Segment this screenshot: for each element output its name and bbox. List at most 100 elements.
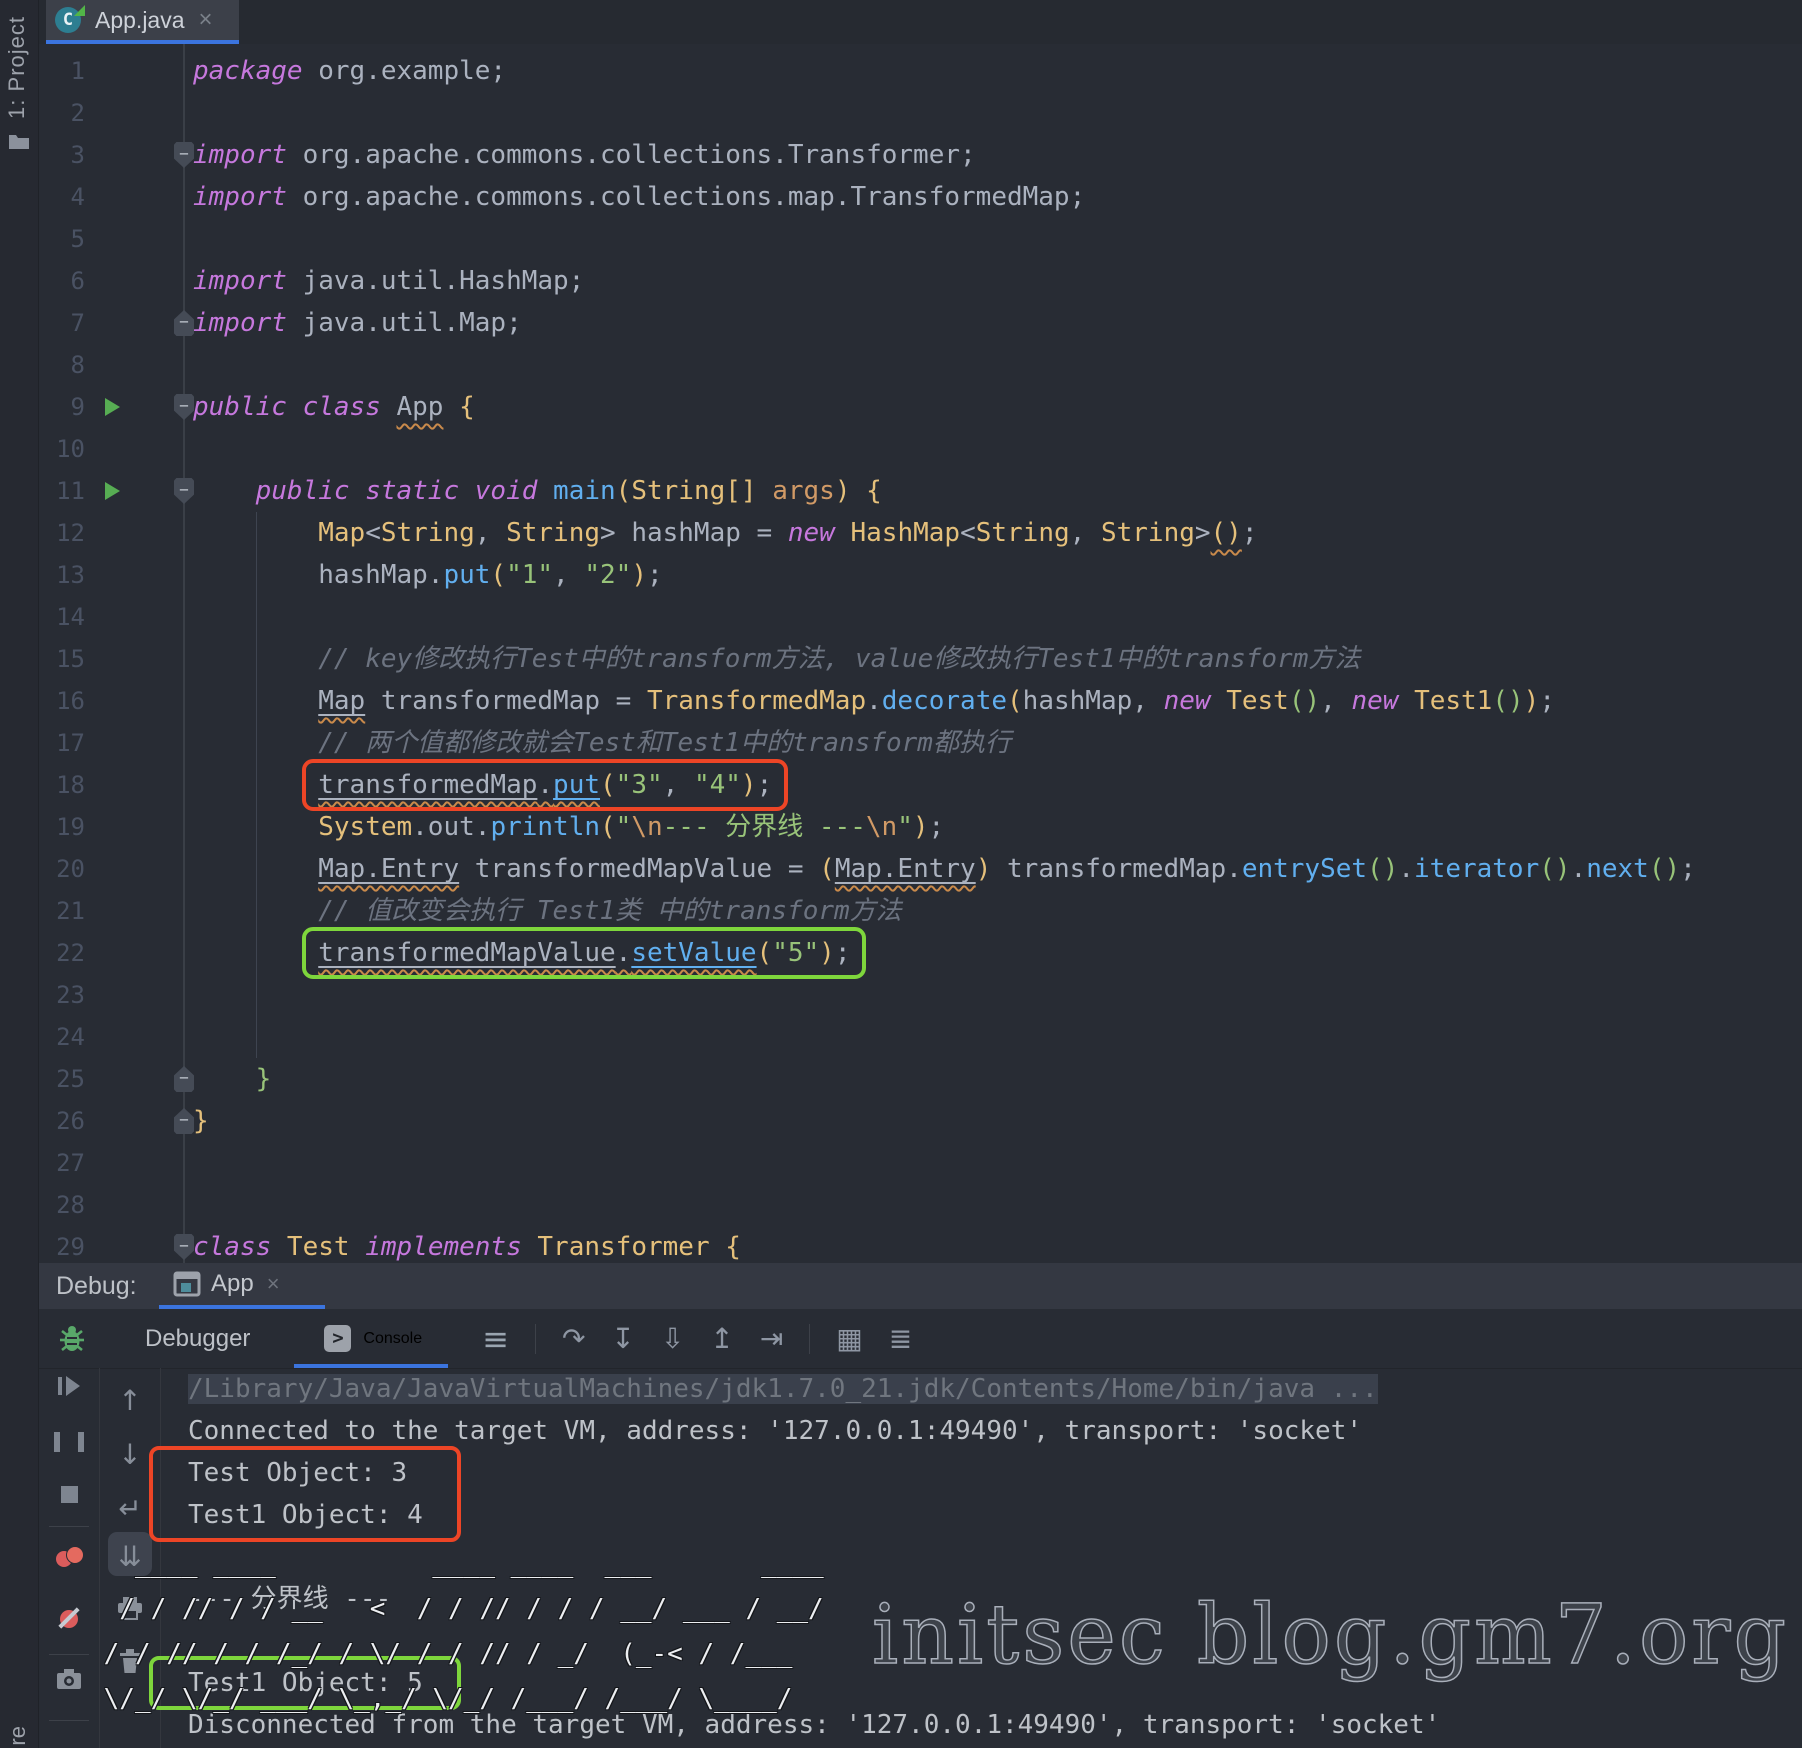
code-line[interactable]: 21 // 值改变会执行 Test1类 中的transform方法 [39,890,1802,932]
code-line[interactable]: 22 transformedMapValue.setValue("5"); [39,932,1802,974]
close-icon[interactable]: × [199,6,213,34]
close-icon[interactable]: × [267,1271,280,1297]
console-line: Test1 Object: 5 [161,1662,1802,1704]
pause-icon[interactable] [39,1432,99,1457]
code-line[interactable]: 3−import org.apache.commons.collections.… [39,134,1802,176]
line-number: 16 [39,680,85,722]
line-number: 19 [39,806,85,848]
fold-marker-icon[interactable]: − [174,310,194,336]
code-line[interactable]: 12 Map<String, String> hashMap = new Has… [39,512,1802,554]
divider [49,1720,89,1721]
code-line[interactable]: 2 [39,92,1802,134]
code-line[interactable]: 10 [39,428,1802,470]
editor-tab-app-java[interactable]: C App.java × [46,0,239,40]
code-line[interactable]: 14 [39,596,1802,638]
fold-marker-icon[interactable]: − [174,1234,194,1260]
line-number: 9 [39,386,85,428]
code-line[interactable]: 19 System.out.println("\n--- 分界线 ---\n")… [39,806,1802,848]
options-menu-icon[interactable]: ≡ [482,1320,509,1358]
line-number: 10 [39,428,85,470]
line-number: 15 [39,638,85,680]
run-to-cursor-icon[interactable]: ⇥ [760,1322,783,1355]
tab-console[interactable]: > Console [294,1309,448,1368]
console-icon: > [324,1325,351,1352]
code-line[interactable]: 24 [39,1016,1802,1058]
step-over-icon[interactable]: ↷ [562,1322,585,1355]
code-line[interactable]: 25− } [39,1058,1802,1100]
line-number: 6 [39,260,85,302]
divider [535,1324,536,1354]
divider [49,1526,89,1527]
code-line[interactable]: 15 // key修改执行Test中的transform方法, value修改执… [39,638,1802,680]
line-number: 2 [39,92,85,134]
code-line[interactable]: 4import org.apache.commons.collections.m… [39,176,1802,218]
evaluate-expression-icon[interactable]: ▦ [836,1322,862,1355]
soft-wrap-icon[interactable]: ↵ [100,1492,160,1525]
thread-dump-camera-icon[interactable] [39,1668,99,1690]
code-area[interactable]: 1package org.example;23−import org.apach… [39,44,1802,1263]
code-line[interactable]: 20 Map.Entry transformedMapValue = (Map.… [39,848,1802,890]
fold-marker-icon[interactable]: − [174,478,194,504]
debug-session-tab[interactable]: App × [159,1263,294,1305]
debug-session-title: App [211,1270,254,1298]
view-breakpoints-icon[interactable] [39,1546,99,1573]
clear-all-icon[interactable] [100,1648,160,1674]
code-line[interactable]: 26−} [39,1100,1802,1142]
fold-marker-icon[interactable]: − [174,394,194,420]
line-number: 28 [39,1184,85,1226]
debug-panel-header: Debug: App × [39,1263,1802,1309]
divider [809,1324,810,1354]
mute-breakpoints-icon[interactable] [39,1606,99,1635]
code-line[interactable]: 17 // 两个值都修改就会Test和Test1中的transform都执行 [39,722,1802,764]
code-line[interactable]: 16 Map transformedMap = TransformedMap.d… [39,680,1802,722]
code-line[interactable]: 11− public static void main(String[] arg… [39,470,1802,512]
line-number: 29 [39,1226,85,1263]
fold-marker-icon[interactable]: − [174,1108,194,1134]
code-line[interactable]: 28 [39,1184,1802,1226]
console-line [161,1536,1802,1578]
line-number: 18 [39,764,85,806]
stop-icon[interactable] [39,1486,99,1508]
print-icon[interactable] [100,1596,160,1620]
line-number: 5 [39,218,85,260]
layout-settings-icon[interactable]: ≣ [889,1322,912,1355]
line-number: 23 [39,974,85,1016]
line-number: 21 [39,890,85,932]
down-stack-icon[interactable]: ↓ [100,1438,160,1471]
scroll-to-end-icon[interactable]: ⇊ [100,1540,160,1573]
step-out-icon[interactable]: ↥ [710,1322,733,1355]
resume-icon[interactable] [39,1376,99,1401]
fold-marker-icon[interactable]: − [174,142,194,168]
debugger-bug-icon [57,1323,87,1355]
code-line[interactable]: 9−public class App { [39,386,1802,428]
code-line[interactable]: 27 [39,1142,1802,1184]
structure-stripe-label[interactable]: re [5,1726,31,1746]
code-line[interactable]: 5 [39,218,1802,260]
folder-icon [8,132,30,150]
line-number: 12 [39,512,85,554]
project-stripe-label[interactable]: 1: Project [4,16,30,119]
line-number: 1 [39,50,85,92]
code-line[interactable]: 1package org.example; [39,50,1802,92]
code-line[interactable]: 7−import java.util.Map; [39,302,1802,344]
code-line[interactable]: 6import java.util.HashMap; [39,260,1802,302]
fold-marker-icon[interactable]: − [174,1066,194,1092]
code-line[interactable]: 13 hashMap.put("1", "2"); [39,554,1802,596]
debug-actions-strip [39,1368,100,1748]
force-step-into-icon[interactable]: ⇩ [661,1322,684,1355]
up-stack-icon[interactable]: ↑ [100,1384,160,1417]
console-output[interactable]: /Library/Java/JavaVirtualMachines/jdk1.7… [161,1368,1802,1748]
line-number: 8 [39,344,85,386]
tab-debugger[interactable]: Debugger [135,1325,260,1353]
tab-console-label: Console [363,1330,422,1348]
code-line[interactable]: 18 transformedMap.put("3", "4"); [39,764,1802,806]
code-line[interactable]: 23 [39,974,1802,1016]
step-into-icon[interactable]: ↧ [611,1322,634,1355]
run-gutter-icon[interactable] [105,398,120,416]
editor-tabbar: C App.java × [39,0,1802,44]
debug-toolbar: Debugger > Console ≡ ↷ ↧ ⇩ ↥ ⇥ ▦ ≣ [39,1309,1802,1369]
code-line[interactable]: 29−class Test implements Transformer { [39,1226,1802,1263]
left-tool-stripe: 1: Project re [0,0,39,1748]
code-line[interactable]: 8 [39,344,1802,386]
run-gutter-icon[interactable] [105,482,120,500]
